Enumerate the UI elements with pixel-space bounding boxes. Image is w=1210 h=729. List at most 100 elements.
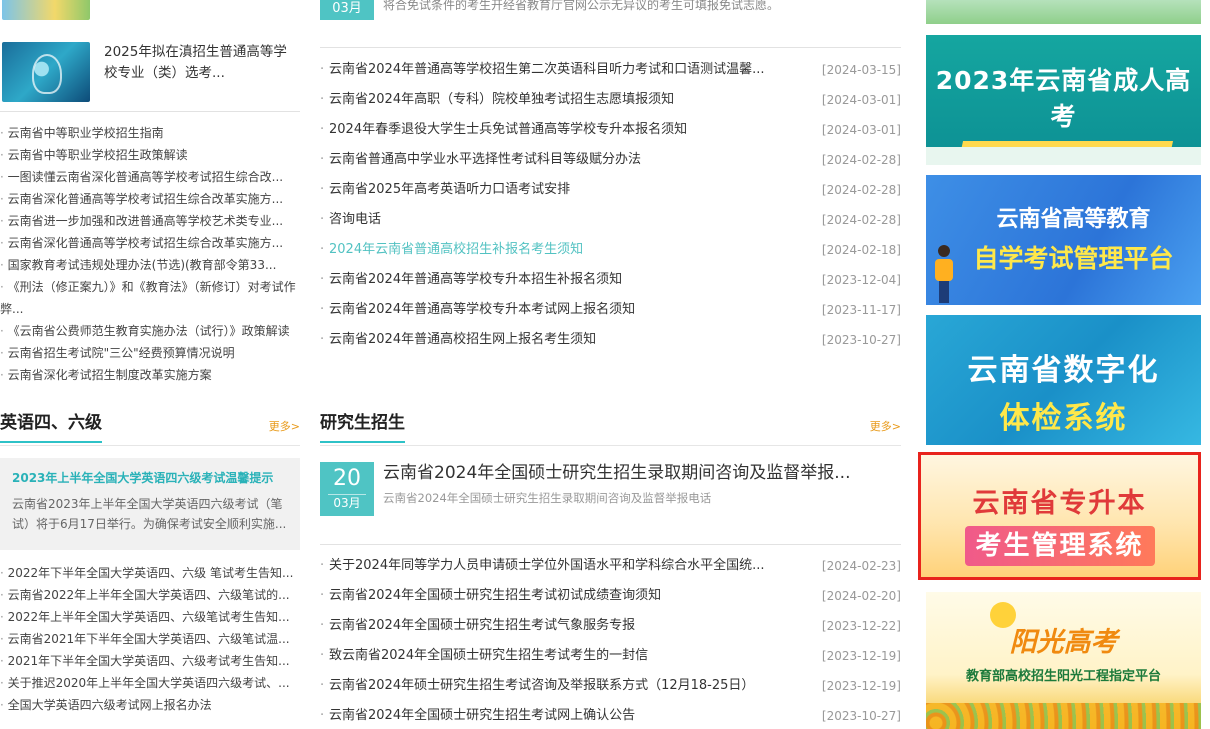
list-item[interactable]: 《云南省公费师范生教育实施办法（试行）》政策解读 [0, 320, 300, 342]
banner-headline: 云南省专升本 [972, 488, 1147, 519]
banner-headline: 阳光高考 [1009, 627, 1118, 658]
date-badge: 20 03月 [320, 462, 374, 516]
news-title[interactable]: 云南省普通高中学业水平选择性考试科目等级赋分办法 [329, 145, 799, 175]
news-date: [2024-03-15] [821, 63, 901, 77]
news-title[interactable]: 云南省2024年全国硕士研究生招生考试初试成绩查询须知 [329, 581, 799, 611]
news-title[interactable]: 云南省2024年普通高等学校专升本考试网上报名须知 [329, 295, 799, 325]
news-date: [2023-12-19] [821, 679, 901, 693]
news-item[interactable]: 云南省2024年普通高等学校专升本招生补报名须知 [2023-12-04] [320, 265, 901, 295]
list-item[interactable]: 2022年上半年全国大学英语四、六级笔试考生告知... [0, 606, 300, 628]
top-banner-partial[interactable] [926, 0, 1201, 24]
news-item[interactable]: 2024年春季退役大学生士兵免试普通高等学校专升本报名须知 [2024-03-01… [320, 115, 901, 145]
news-item[interactable]: 云南省2024年硕士研究生招生考试咨询及举报联系方式（12月18-25日） [20… [320, 671, 901, 701]
news-item[interactable]: 云南省2024年普通高等学校招生第二次英语科目听力考试和口语测试温馨... [20… [320, 55, 901, 85]
grad-feature-item[interactable]: 20 03月 云南省2024年全国硕士研究生招生录取期间咨询及监督举报... 云… [320, 460, 901, 516]
news-title[interactable]: 云南省2024年全国硕士研究生招生考试网上确认公告 [329, 701, 799, 729]
list-item[interactable]: 云南省深化普通高等学校考试招生综合改革实施方... [0, 232, 300, 254]
list-item[interactable]: 云南省2022年上半年全国大学英语四、六级笔试的... [0, 584, 300, 606]
news-date: [2023-12-19] [821, 649, 901, 663]
list-item[interactable]: 云南省深化普通高等学校考试招生综合改革实施方... [0, 188, 300, 210]
list-item[interactable]: 云南省中等职业学校招生政策解读 [0, 144, 300, 166]
news-date: [2024-02-28] [821, 213, 901, 227]
person-illustration-icon [932, 245, 958, 305]
news-item[interactable]: 致云南省2024年全国硕士研究生招生考试考生的一封信 [2023-12-19] [320, 641, 901, 671]
news-date: [2024-02-23] [821, 559, 901, 573]
news-date: [2023-11-17] [821, 303, 901, 317]
news-title[interactable]: 咨询电话 [329, 205, 799, 235]
news-item[interactable]: 2024年云南省普通高校招生补报名考生须知 [2024-02-18] [320, 235, 901, 265]
news-item[interactable]: 关于2024年同等学力人员申请硕士学位外国语水平和学科综合水平全国统... [20… [320, 551, 901, 581]
news-title[interactable]: 云南省2024年普通高校招生网上报名考生须知 [329, 325, 799, 355]
list-item[interactable]: 国家教育考试违规处理办法(节选)(教育部令第33... [0, 254, 300, 276]
feature-summary: 云南省2024年全国硕士研究生招生录取期间咨询及监督举报电话 [383, 491, 712, 505]
news-date: [2024-03-01] [821, 123, 901, 137]
list-item[interactable]: 云南省进一步加强和改进普通高等学校艺术类专业... [0, 210, 300, 232]
list-item[interactable]: 云南省深化考试招生制度改革实施方案 [0, 364, 300, 386]
news-title[interactable]: 云南省2025年高考英语听力口语考试安排 [329, 175, 799, 205]
notice-title[interactable]: 2023年上半年全国大学英语四六级考试温馨提示 [12, 468, 288, 488]
news-date: [2024-02-18] [821, 243, 901, 257]
cet-link-list: 2022年下半年全国大学英语四、六级 笔试考生告知... 云南省2022年上半年… [0, 562, 300, 716]
cet-section-header: 英语四、六级 更多> [0, 410, 300, 446]
banner-subline: 教育部高校招生阳光工程指定平台 [965, 669, 1161, 684]
list-item[interactable]: 云南省2021年下半年全国大学英语四、六级笔试温... [0, 628, 300, 650]
list-item[interactable]: 《刑法（修正案九）》和《教育法》（新修订）对考试作弊... [0, 276, 300, 320]
news-title[interactable]: 关于2024年同等学力人员申请硕士学位外国语水平和学科综合水平全国统... [329, 551, 799, 581]
top-thumbnail[interactable] [2, 0, 90, 20]
news-title[interactable]: 云南省2024年高职（专科）院校单独考试招生志愿填报须知 [329, 85, 799, 115]
feature-title[interactable]: 云南省2024年全国硕士研究生招生录取期间咨询及监督举报... [383, 460, 901, 486]
divider [320, 544, 901, 545]
news-title[interactable]: 2024年春季退役大学生士兵免试普通高等学校专升本报名须知 [329, 115, 799, 145]
more-link[interactable]: 更多> [870, 418, 901, 434]
news-title[interactable]: 云南省2024年普通高等学校专升本招生补报名须知 [329, 265, 799, 295]
date-badge: 03月 [320, 0, 374, 20]
news-date: [2023-10-27] [821, 709, 901, 723]
divider [0, 111, 300, 112]
news-item[interactable]: 云南省2024年高职（专科）院校单独考试招生志愿填报须知 [2024-03-01] [320, 85, 901, 115]
news-item[interactable]: 云南省2024年全国硕士研究生招生考试初试成绩查询须知 [2024-02-20] [320, 581, 901, 611]
list-item[interactable]: 2021年下半年全国大学英语四、六级考试考生告知... [0, 650, 300, 672]
list-item[interactable]: 云南省中等职业学校招生指南 [0, 122, 300, 144]
news-item[interactable]: 云南省2024年全国硕士研究生招生考试网上确认公告 [2023-10-27] [320, 701, 901, 729]
date-day: 20 [333, 466, 361, 491]
date-month: 03月 [332, 1, 362, 16]
banner-subline: 考生管理系统 [964, 526, 1155, 566]
news-item[interactable]: 云南省2025年高考英语听力口语考试安排 [2024-02-28] [320, 175, 901, 205]
news-item[interactable]: 云南省普通高中学业水平选择性考试科目等级赋分办法 [2024-02-28] [320, 145, 901, 175]
news-item[interactable]: 云南省2024年全国硕士研究生招生考试气象服务专报 [2023-12-22] [320, 611, 901, 641]
news-item[interactable]: 云南省2024年普通高校招生网上报名考生须知 [2023-10-27] [320, 325, 901, 355]
banner-headline: 云南省高等教育 [996, 207, 1151, 232]
date-month: 03月 [328, 494, 366, 511]
sunshine-gaokao-banner[interactable]: 阳光高考 教育部高校招生阳光工程指定平台 [926, 592, 1201, 729]
news-title[interactable]: 云南省2024年硕士研究生招生考试咨询及举报联系方式（12月18-25日） [329, 671, 799, 701]
physical-exam-banner[interactable]: 云南省数字化 体检系统 [926, 315, 1201, 445]
upgrade-exam-banner[interactable]: 云南省专升本 考生管理系统 [918, 452, 1201, 580]
news-title[interactable]: 2024年云南省普通高校招生补报名考生须知 [329, 235, 799, 265]
divider [320, 47, 901, 48]
news-title[interactable]: 致云南省2024年全国硕士研究生招生考试考生的一封信 [329, 641, 799, 671]
list-item[interactable]: 关于推迟2020年上半年全国大学英语四六级考试、... [0, 672, 300, 694]
self-study-banner[interactable]: 云南省高等教育 自学考试管理平台 [926, 175, 1201, 305]
news-item[interactable]: 云南省2024年普通高等学校专升本考试网上报名须知 [2023-11-17] [320, 295, 901, 325]
news-title[interactable]: 云南省2024年全国硕士研究生招生考试气象服务专报 [329, 611, 799, 641]
list-item[interactable]: 全国大学英语四六级考试网上报名办法 [0, 694, 300, 716]
feature-thumbnail[interactable] [2, 42, 90, 102]
cet-notice-card[interactable]: 2023年上半年全国大学英语四六级考试温馨提示 云南省2023年上半年全国大学英… [0, 458, 300, 550]
news-item[interactable]: 咨询电话 [2024-02-28] [320, 205, 901, 235]
adult-exam-banner[interactable]: 2023年云南省成人高考 网上报名入口 [926, 35, 1201, 165]
banner-subline: 体检系统 [999, 401, 1128, 436]
banner-subline: 自学考试管理平台 [973, 244, 1174, 273]
grad-section-header: 研究生招生 更多> [320, 410, 901, 446]
section-title: 研究生招生 [320, 413, 405, 443]
left-feature-item[interactable]: 2025年拟在滇招生普通高等学校专业（类）选考... [0, 42, 300, 102]
list-item[interactable]: 2022年下半年全国大学英语四、六级 笔试考生告知... [0, 562, 300, 584]
banner-decoration [926, 147, 1201, 165]
list-item[interactable]: 一图读懂云南省深化普通高等学校考试招生综合改... [0, 166, 300, 188]
feature-title[interactable]: 2025年拟在滇招生普通高等学校专业（类）选考... [104, 42, 300, 84]
news-title[interactable]: 云南省2024年普通高等学校招生第二次英语科目听力考试和口语测试温馨... [329, 55, 799, 85]
list-item[interactable]: 云南省招生考试院"三公"经费预算情况说明 [0, 342, 300, 364]
banner-headline: 2023年云南省成人高考 [935, 66, 1192, 131]
news-date: [2023-12-04] [821, 273, 901, 287]
policy-link-list: 云南省中等职业学校招生指南 云南省中等职业学校招生政策解读 一图读懂云南省深化普… [0, 122, 300, 386]
more-link[interactable]: 更多> [269, 418, 300, 434]
